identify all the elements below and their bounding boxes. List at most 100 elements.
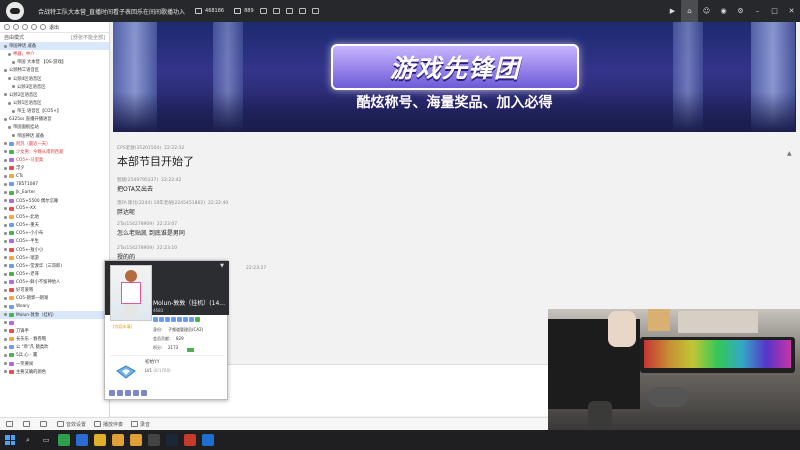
- app-icon[interactable]: [58, 434, 70, 446]
- app-icon[interactable]: [112, 434, 124, 446]
- search-icon[interactable]: ⌕: [22, 434, 34, 446]
- close-icon[interactable]: ✕: [783, 0, 800, 22]
- member-list-item[interactable]: 公频特工语音区: [0, 66, 109, 74]
- member-list-item[interactable]: CO5+-敖小小: [0, 246, 109, 254]
- member-list-item[interactable]: CO5-朗郭一朗湖: [0, 294, 109, 302]
- webcam-video[interactable]: [548, 309, 800, 450]
- location-icon[interactable]: [22, 24, 28, 30]
- member-list-item[interactable]: 公频1区语音区: [0, 99, 109, 107]
- member-list-item[interactable]: 好可爱哦: [0, 286, 109, 294]
- share-icon[interactable]: [298, 8, 306, 14]
- member-list-item[interactable]: 公 "帝"凡 猿类吹: [0, 343, 109, 351]
- mode-selector[interactable]: 自由模式 [舒张不能全部]: [0, 33, 109, 42]
- member-list-item[interactable]: 7B5T1087: [0, 180, 109, 188]
- member-list-item[interactable]: 神器，中介: [0, 50, 109, 58]
- member-list-item[interactable]: CTs: [0, 172, 109, 180]
- message-nickname[interactable]: 澳FA 斯比(2244) 10年老胡(2245451862): [117, 201, 205, 206]
- member-list-item[interactable]: Molun-敦敦（挂机）: [0, 310, 109, 319]
- app-icon[interactable]: [148, 434, 160, 446]
- star-icon[interactable]: [285, 8, 293, 14]
- app-icon[interactable]: [130, 434, 142, 446]
- member-list-item[interactable]: 5兵 心 - 赢: [0, 351, 109, 359]
- app-icon[interactable]: [184, 434, 196, 446]
- chat-message[interactable]: 2Ta(154278909) 22:23:07 怎么老贴凯 到底谁是男同: [117, 222, 185, 237]
- member-list-item[interactable]: 帝国面板挂站: [0, 123, 109, 131]
- member-list-item[interactable]: 公频3区语音区: [0, 83, 109, 91]
- chat-message[interactable]: 22:23:27: [243, 266, 266, 272]
- message-nickname[interactable]: 智腿(2549795337): [117, 178, 158, 183]
- chat-icon[interactable]: [40, 24, 46, 30]
- folder-icon[interactable]: [94, 434, 106, 446]
- message-nickname[interactable]: 2Ta(154278909): [117, 246, 154, 251]
- member-list-item[interactable]: 浮夕: [0, 164, 109, 172]
- report-icon[interactable]: [141, 390, 147, 396]
- app-icon[interactable]: [202, 434, 214, 446]
- member-list-item[interactable]: 帝国神话 戚备: [0, 132, 109, 140]
- mic-icon[interactable]: [6, 421, 13, 427]
- member-list-item[interactable]: CO5+-半生: [0, 237, 109, 245]
- member-list-item[interactable]: CO5+-老罪: [0, 270, 109, 278]
- steam-icon[interactable]: [166, 434, 178, 446]
- task-view-icon[interactable]: ▭: [40, 434, 52, 446]
- flag-icon[interactable]: [311, 8, 319, 14]
- member-list-item[interactable]: 帝国 大本营 【QS-游戏】: [0, 58, 109, 66]
- browser-icon[interactable]: [76, 434, 88, 446]
- member-list-item[interactable]: 6325ss 直播开播语音: [0, 115, 109, 123]
- chat-message[interactable]: CPS老敦(35201504) 22:22:32 本部节目开始了: [117, 145, 194, 169]
- chat-icon[interactable]: [109, 390, 115, 396]
- plane-icon[interactable]: [272, 8, 280, 14]
- member-list-item[interactable]: CO5+-马里奥: [0, 156, 109, 164]
- member-list-item[interactable]: CO5+-堂渡华（三哥郎): [0, 262, 109, 270]
- member-list-item[interactable]: 主要又确的颜色: [0, 368, 109, 376]
- member-list-item[interactable]: CO5+-重天: [0, 221, 109, 229]
- member-list-item[interactable]: 公频2区语音区: [0, 91, 109, 99]
- member-list-item[interactable]: Jk_Earter: [0, 189, 109, 197]
- user-avatar[interactable]: [110, 265, 152, 321]
- member-list-item[interactable]: 帝国神话 戚备: [0, 42, 109, 51]
- sound-settings-button[interactable]: 音效设置: [57, 421, 86, 428]
- member-list-item[interactable]: CO5+5500 偶尔沉睡: [0, 197, 109, 205]
- windows-start-icon[interactable]: [4, 434, 16, 446]
- member-list-item[interactable]: 帝王 语音区【CO5+】: [0, 107, 109, 115]
- member-list-item[interactable]: CO5+-瑞游: [0, 254, 109, 262]
- chat-message[interactable]: 智腿(2549795337) 22:22:42 把OTA又出去: [117, 177, 181, 193]
- message-nickname[interactable]: CPS老敦(35201504): [117, 146, 161, 151]
- gamepad-icon[interactable]: ◉: [715, 0, 732, 22]
- member-list-item[interactable]: [0, 319, 109, 327]
- event-banner[interactable]: 游戏先锋团 酷炫称号、海量奖品、加入必得: [113, 22, 796, 132]
- record-icon[interactable]: ▶: [664, 0, 681, 22]
- member-list-item[interactable]: Weary: [0, 303, 109, 311]
- search-icon[interactable]: [4, 24, 10, 30]
- home-icon[interactable]: ⌂: [681, 0, 698, 22]
- speaker-icon[interactable]: [23, 421, 30, 427]
- close-icon[interactable]: ▼: [220, 263, 224, 269]
- member-list-item[interactable]: 公频4区语音区: [0, 75, 109, 83]
- gift-icon[interactable]: [117, 390, 123, 396]
- headset-icon[interactable]: [40, 421, 47, 427]
- chat-message[interactable]: 2Ta(154278909) 22:23:10 授的的: [117, 246, 177, 261]
- more-icon[interactable]: [133, 390, 139, 396]
- gear-icon[interactable]: ⚙: [732, 0, 749, 22]
- member-list-item[interactable]: CO5+-鲜小不留神他人: [0, 278, 109, 286]
- member-list-item[interactable]: 一笑要闹: [0, 359, 109, 367]
- member-list-item[interactable]: 长乐乐 - 春卷哦: [0, 335, 109, 343]
- maximize-icon[interactable]: □: [766, 0, 783, 22]
- member-list-item[interactable]: CO5+-小小布: [0, 229, 109, 237]
- member-list-item[interactable]: 刀锋手: [0, 327, 109, 335]
- people-icon[interactable]: ☺: [698, 0, 715, 22]
- play-accompaniment-button[interactable]: 播放伴奏: [94, 421, 123, 428]
- member-list-item[interactable]: CO5+-XX: [0, 205, 109, 213]
- member-list-item[interactable]: CO5+-北地: [0, 213, 109, 221]
- exit-button[interactable]: 退出: [49, 24, 59, 31]
- message-nickname[interactable]: 2Ta(154278909): [117, 222, 154, 227]
- member-list-item[interactable]: 阿苏（最近一天）: [0, 140, 109, 148]
- heart-icon[interactable]: [259, 8, 267, 14]
- record-button[interactable]: 录音: [131, 421, 150, 428]
- member-list-item[interactable]: 少女男：今晚从南到西爱: [0, 148, 109, 156]
- minimize-icon[interactable]: –: [749, 0, 766, 22]
- chat-message[interactable]: 澳FA 斯比(2244) 10年老胡(2245451862) 22:22:49 胖达…: [117, 200, 228, 216]
- scroll-up-icon[interactable]: ▲: [787, 150, 792, 157]
- user-icon[interactable]: [13, 24, 19, 30]
- add-friend-icon[interactable]: [125, 390, 131, 396]
- gear-icon[interactable]: [31, 24, 37, 30]
